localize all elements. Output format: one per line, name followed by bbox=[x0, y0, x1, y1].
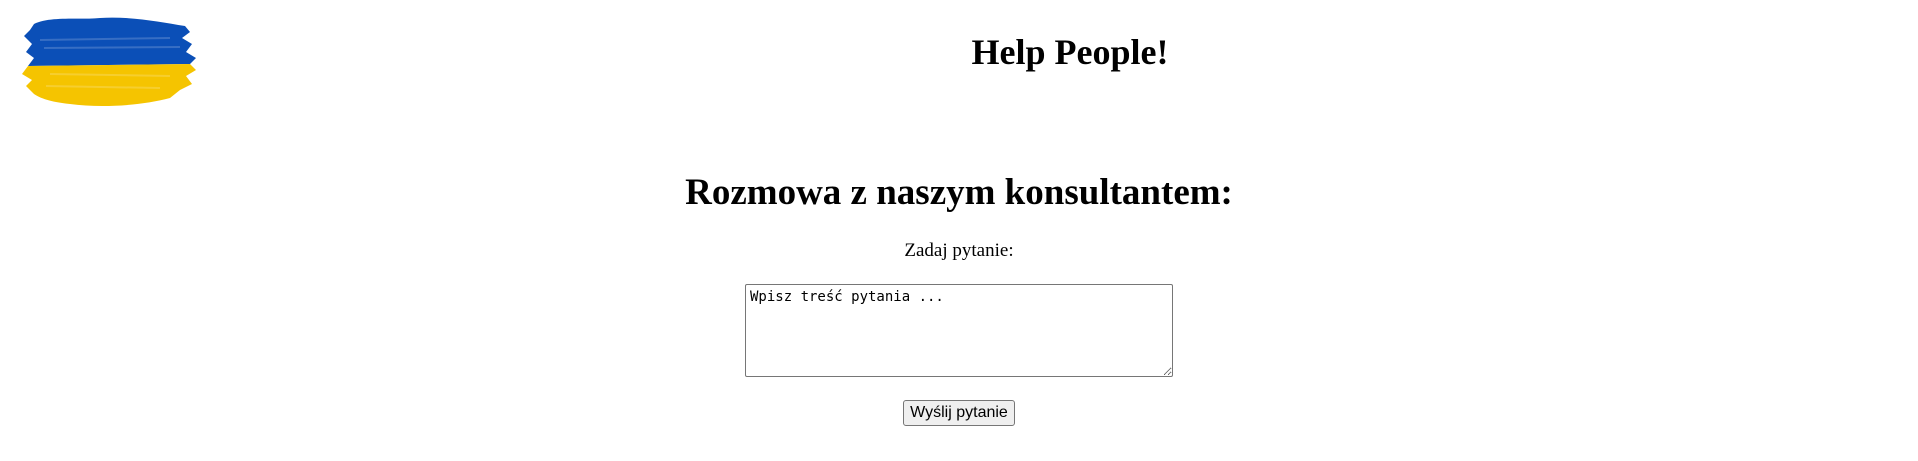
question-input[interactable] bbox=[745, 284, 1173, 377]
site-title: Help People! bbox=[971, 32, 1169, 72]
send-question-button[interactable]: Wyślij pytanie bbox=[903, 400, 1015, 426]
chat-heading: Rozmowa z naszym konsultantem: bbox=[685, 172, 1233, 213]
question-label: Zadaj pytanie: bbox=[904, 240, 1014, 261]
page: Help People! Rozmowa z naszym konsultant… bbox=[0, 0, 1918, 461]
chat-section: Rozmowa z naszym konsultantem: Zadaj pyt… bbox=[0, 168, 1918, 426]
